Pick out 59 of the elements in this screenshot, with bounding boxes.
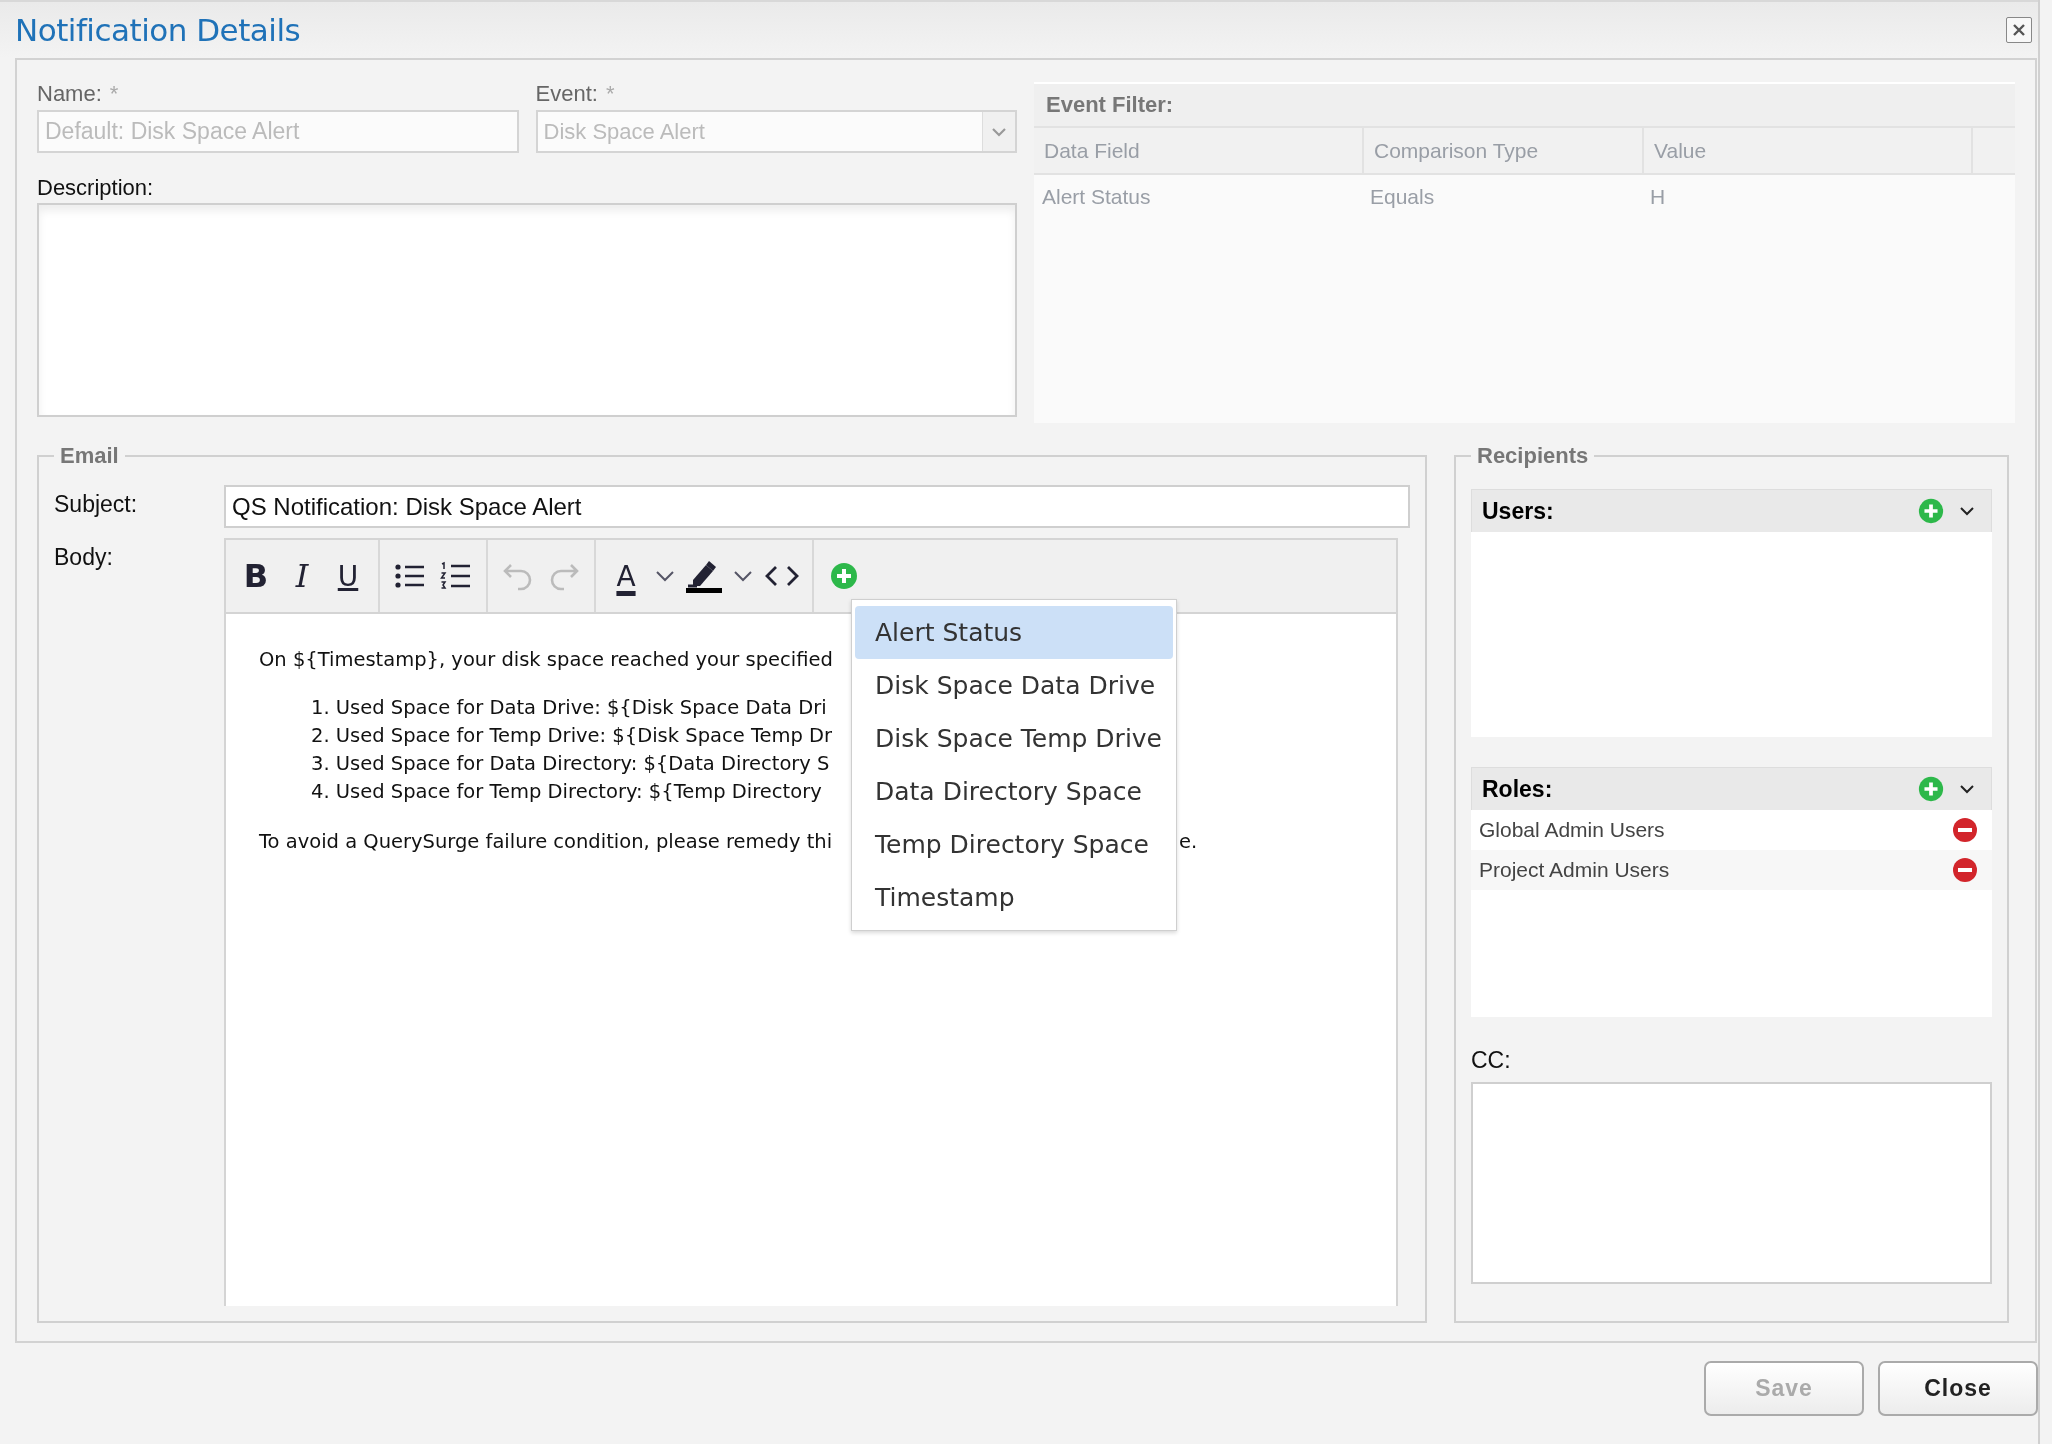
menu-item[interactable]: Timestamp [855, 871, 1173, 924]
plus-icon [829, 561, 859, 591]
remove-icon[interactable] [1952, 817, 1978, 843]
text-color-button[interactable]: A [604, 554, 648, 598]
list-item: 4. Used Space for Temp Directory: ${Temp Directory [311, 780, 822, 805]
body-paragraph: To avoid a QuerySurge failure condition, please remedy thi [259, 830, 834, 855]
cc-field[interactable] [1471, 1082, 1992, 1284]
chevron-icon[interactable] [1959, 784, 1975, 794]
table-cell-text: H [1649, 185, 1666, 209]
field-label: Subject: [54, 490, 139, 518]
close-button[interactable] [2006, 17, 2032, 43]
required-mark: * [605, 81, 615, 107]
menu-item[interactable]: Disk Space Data Drive [855, 659, 1173, 712]
close-icon [2011, 22, 2027, 38]
code-icon [765, 565, 799, 587]
caret-icon [991, 126, 1007, 137]
format-button[interactable]: U [326, 554, 370, 598]
field-label: Name: [37, 81, 102, 107]
table-cell-text: Alert Status [1041, 185, 1152, 209]
role-name: Project Admin Users [1479, 858, 1670, 882]
table-cell-text: Equals [1369, 185, 1436, 209]
required-mark: * [109, 81, 119, 107]
menu-item[interactable]: Data Directory Space [855, 765, 1173, 818]
dialog-button[interactable]: Close [1878, 1361, 2038, 1416]
format-button[interactable]: I [280, 554, 324, 598]
section-legend: Recipients [1471, 443, 1595, 469]
bullet-list-icon [394, 562, 426, 590]
format-button[interactable]: B [234, 554, 278, 598]
body-text: e. [1179, 830, 1198, 855]
caret-icon [655, 570, 675, 582]
menu-item[interactable]: Temp Directory Space [855, 818, 1173, 871]
redo-icon [548, 561, 580, 591]
list-title: Users: [1482, 497, 1555, 525]
list-item: 2. Used Space for Temp Drive: ${Disk Space Temp Dr [311, 724, 833, 749]
subject-field[interactable]: QS Notification: Disk Space Alert [224, 485, 1410, 528]
list-title: Roles: [1482, 775, 1554, 803]
caret-icon [733, 570, 753, 582]
menu-item[interactable]: Alert Status [855, 606, 1173, 659]
list-item: 3. Used Space for Data Directory: ${Data Directory S [311, 752, 830, 777]
body-paragraph: On ${Timestamp}, your disk space reached your specified [259, 648, 833, 673]
marker-icon [685, 559, 723, 593]
field-label: CC: [1471, 1047, 1512, 1074]
description-field[interactable] [37, 203, 1017, 417]
panel-title: Event Filter: [1034, 84, 2015, 128]
section-legend: Email [54, 443, 125, 469]
remove-icon[interactable] [1952, 857, 1978, 883]
menu-item[interactable]: Disk Space Temp Drive [855, 712, 1173, 765]
undo-icon [502, 561, 534, 591]
field-label: Body: [54, 543, 114, 571]
field-label: Event: [535, 81, 598, 107]
add-icon[interactable] [1917, 775, 1945, 803]
field-label: Description: [37, 174, 155, 202]
role-name: Global Admin Users [1479, 818, 1665, 842]
body-editor[interactable] [224, 538, 1398, 1306]
window-title: Notification Details [15, 12, 301, 48]
numbered-list-icon [440, 561, 472, 591]
list-item: 1. Used Space for Data Drive: ${Disk Space Data Dri [311, 696, 827, 721]
add-icon[interactable] [1917, 497, 1945, 525]
chevron-icon[interactable] [1959, 506, 1975, 516]
